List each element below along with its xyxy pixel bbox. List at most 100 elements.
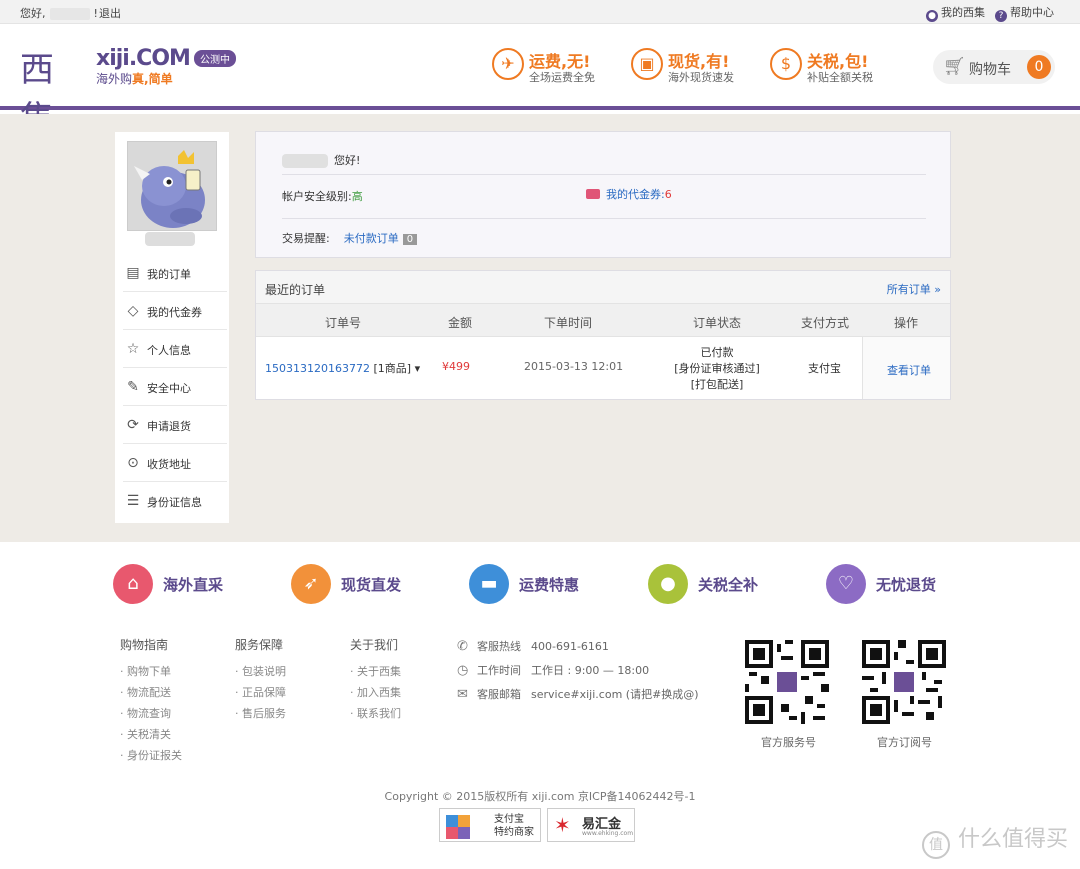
footer-links-service: 服务保障 包装说明 正品保障 售后服务: [235, 636, 286, 724]
contact-info: ✆ 客服热线 400-691-6161 ◷ 工作时间 工作日 : 9:00 — 18:0…: [457, 638, 699, 710]
blurred-username: [49, 8, 90, 20]
order-number-link[interactable]: 150313120163772 [1商品] ▾: [265, 360, 420, 376]
help-center-link[interactable]: ? 帮助中心: [995, 4, 1054, 22]
user-icon: ●: [926, 10, 938, 22]
qr-code-service: [745, 640, 829, 724]
footer-heading: 购物指南: [120, 638, 169, 652]
sidebar-item-returns[interactable]: ⟳ 申请退货: [123, 406, 227, 444]
view-order-link[interactable]: 查看订单: [887, 362, 931, 378]
footer-link[interactable]: 身份证报关: [120, 745, 182, 766]
footer-link[interactable]: 关于西集: [350, 661, 401, 682]
order-icon: ▤: [126, 265, 140, 281]
header: 西集 xiji.COM 海外购真,简单 公测中 ✈ 运费,无! 全场运费全免 ▣…: [0, 24, 1080, 139]
cart-count-badge: 0: [1027, 55, 1051, 79]
cart-icon: 🛒︎: [943, 56, 966, 77]
logout-link[interactable]: 退出: [99, 5, 121, 21]
sidebar-item-security[interactable]: ✎ 安全中心: [123, 368, 227, 406]
qr-label-service: 官方服务号: [761, 736, 816, 749]
footer-links-shopping: 购物指南 购物下单 物流配送 物流查询 关税清关 身份证报关: [120, 636, 182, 766]
footer-link[interactable]: 物流查询: [120, 703, 182, 724]
main-area: ▤ 我的订单 ◇ 我的代金券 ☆ 个人信息 ✎ 安全中心 ⟳ 申请退货 ⊙ 收货…: [0, 114, 1080, 542]
alipay-badge[interactable]: 支付宝 特约商家: [439, 808, 541, 842]
coupon-tag-icon: [586, 189, 600, 199]
sidebar-item-label: 申请退货: [147, 420, 191, 433]
greeting-end: !: [93, 7, 98, 20]
unpaid-count-badge: 0: [402, 234, 418, 245]
help-label: 帮助中心: [1010, 6, 1054, 19]
id-card-icon: ☰: [126, 493, 140, 509]
footer-link[interactable]: 关税清关: [120, 724, 182, 745]
slogan: 海外购真,简单: [96, 72, 173, 86]
column-payment: 支付方式: [800, 316, 850, 330]
ehking-badge[interactable]: ✶ 易汇金 www.ehking.com: [547, 808, 635, 842]
footer-link[interactable]: 正品保障: [235, 682, 286, 703]
unpaid-orders-link[interactable]: 未付款订单: [344, 232, 399, 245]
order-time: 2015-03-13 12:01: [524, 360, 624, 373]
qr-code-subscribe: [862, 640, 946, 724]
avatar[interactable]: [127, 141, 217, 231]
coupon-count: 6: [664, 188, 672, 201]
footer-link[interactable]: 包装说明: [235, 661, 286, 682]
top-bar: 您好,! 退出 ● 我的西集 ? 帮助中心: [0, 0, 1080, 24]
sidebar-item-id-card[interactable]: ☰ 身份证信息: [123, 482, 227, 520]
beta-badge: 公测中: [194, 50, 236, 67]
bag-icon: ⌂: [113, 564, 153, 604]
footer-link[interactable]: 加入西集: [350, 682, 401, 703]
hotline-row: ✆ 客服热线 400-691-6161: [457, 639, 609, 654]
sidebar-item-label: 我的代金券: [147, 306, 202, 319]
sidebar-item-label: 安全中心: [147, 382, 191, 395]
footer-links-about: 关于我们 关于西集 加入西集 联系我们: [350, 636, 401, 724]
cart-button[interactable]: 🛒︎ 购物车 0: [933, 50, 1055, 84]
coupon-link[interactable]: 我的代金券:6: [586, 186, 672, 202]
footer-features: ⌂ 海外直采 ➶ 现货直发 ▬ 运费特惠 ● 关税全补 ♡ 无忧退货: [0, 558, 1080, 608]
refresh-icon: ⟳: [127, 417, 139, 433]
alipay-puzzle-icon: [446, 815, 470, 839]
table-row: 150313120163772 [1商品] ▾ ¥499 2015-03-13 …: [256, 337, 950, 399]
truck-icon: ▬: [469, 564, 509, 604]
orders-table-header: 订单号 金额 下单时间 订单状态 支付方式 操作: [256, 304, 950, 337]
sidebar: ▤ 我的订单 ◇ 我的代金券 ☆ 个人信息 ✎ 安全中心 ⟳ 申请退货 ⊙ 收货…: [115, 132, 229, 523]
recent-orders-header: 最近的订单 所有订单 »: [256, 271, 950, 304]
column-status: 订单状态: [692, 316, 742, 330]
order-amount: ¥499: [442, 360, 470, 373]
column-order-number: 订单号: [324, 316, 362, 330]
my-xiji-link[interactable]: ● 我的西集: [926, 4, 985, 22]
hours-row: ◷ 工作时间 工作日 : 9:00 — 18:00: [457, 663, 650, 678]
my-xiji-label: 我的西集: [941, 6, 985, 19]
alipay-badge-text: 支付宝 特约商家: [494, 814, 534, 838]
sidebar-item-orders[interactable]: ▤ 我的订单: [123, 254, 227, 292]
column-amount: 金额: [447, 316, 473, 330]
divider: [282, 174, 926, 175]
security-level: 帐户安全级别:高: [282, 190, 363, 203]
security-level-value: 高: [351, 190, 363, 203]
chevron-down-icon: ▾: [414, 362, 421, 375]
blurred-username: [145, 232, 195, 246]
sidebar-item-profile[interactable]: ☆ 个人信息: [123, 330, 227, 368]
sidebar-item-address[interactable]: ⊙ 收货地址: [123, 444, 227, 482]
account-summary: 您好! 帐户安全级别:高 我的代金券:6 交易提醒: 未付款订单 0: [255, 131, 951, 258]
copyright: Copyright © 2015版权所有 xiji.com 京ICP备14062…: [384, 790, 696, 803]
edit-icon: ✎: [127, 379, 139, 395]
column-action: 操作: [893, 316, 919, 330]
sidebar-item-coupons[interactable]: ◇ 我的代金券: [123, 292, 227, 330]
all-orders-link[interactable]: 所有订单 »: [887, 281, 941, 297]
smzdm-logo-icon: 值: [921, 831, 950, 859]
order-status: 已付款 [身份证审核通过] [打包配送]: [674, 346, 760, 391]
sidebar-item-label: 身份证信息: [147, 496, 202, 509]
mail-icon: ✉: [457, 687, 468, 702]
footer-heading: 关于我们: [350, 638, 399, 652]
gift-icon: ▣: [631, 48, 663, 80]
email-row: ✉ 客服邮箱 service#xiji.com (请把#换成@): [457, 687, 699, 702]
coupon-tag-icon: ◇: [127, 303, 139, 319]
recent-orders-panel: 最近的订单 所有订单 » 订单号 金额 下单时间 订单状态 支付方式 操作 15…: [255, 270, 951, 400]
sidebar-item-label: 收货地址: [147, 458, 191, 471]
footer-link[interactable]: 购物下单: [120, 661, 182, 682]
footer-link[interactable]: 联系我们: [350, 703, 401, 724]
help-icon: ?: [995, 10, 1007, 22]
greeting: 您好,!: [20, 5, 98, 21]
qr-label-subscribe: 官方订阅号: [877, 736, 932, 749]
footer-link[interactable]: 售后服务: [235, 703, 286, 724]
hello-line: 您好!: [282, 152, 360, 168]
top-right-links: ● 我的西集 ? 帮助中心: [926, 4, 1054, 22]
footer-link[interactable]: 物流配送: [120, 682, 182, 703]
